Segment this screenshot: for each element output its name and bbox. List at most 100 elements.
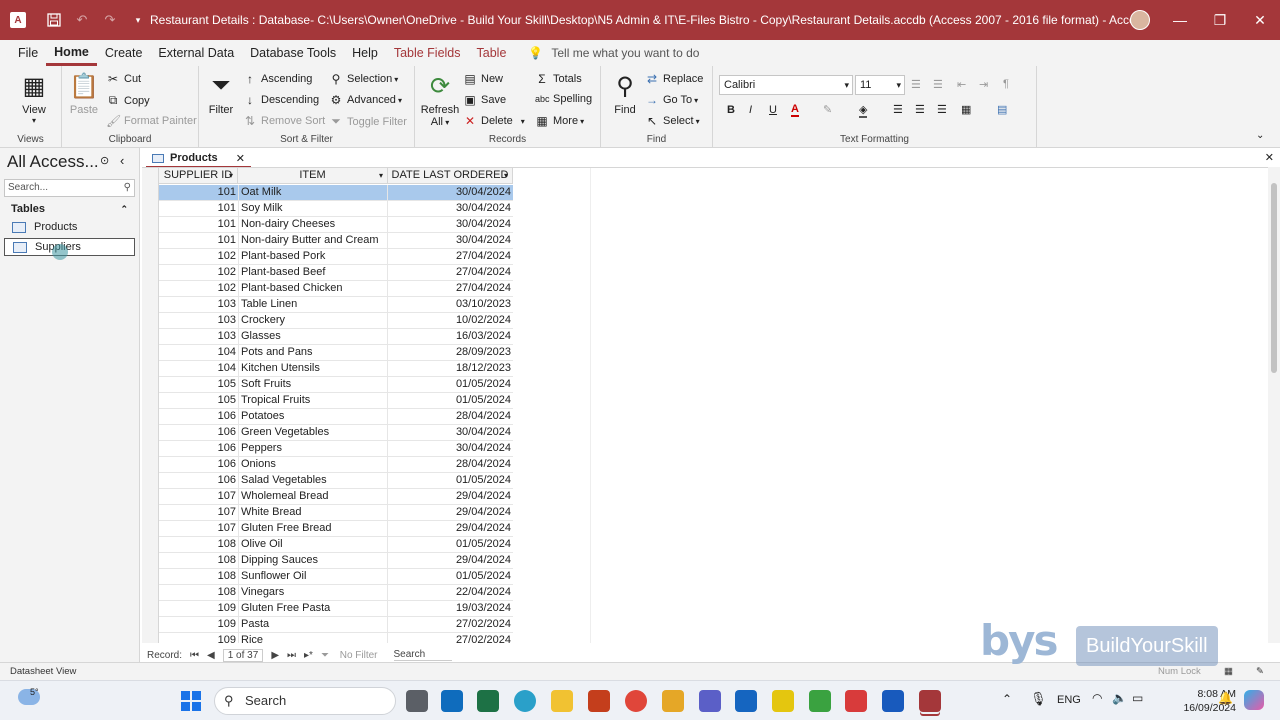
- font-color-icon[interactable]: A: [791, 103, 799, 117]
- table-row[interactable]: 101 Non-dairy Butter and Cream 30/04/2024: [159, 233, 513, 249]
- cell-supplier-id[interactable]: 102: [159, 265, 238, 280]
- tab-external-data[interactable]: External Data: [150, 40, 242, 66]
- next-record-icon[interactable]: ▶: [271, 650, 279, 661]
- table-row[interactable]: 105 Tropical Fruits 01/05/2024: [159, 393, 513, 409]
- customize-qat-icon[interactable]: ▾: [126, 8, 150, 32]
- table-row[interactable]: 106 Onions 28/04/2024: [159, 457, 513, 473]
- outlook-new-icon[interactable]: [735, 690, 757, 712]
- table-row[interactable]: 106 Salad Vegetables 01/05/2024: [159, 473, 513, 489]
- edge-icon[interactable]: [514, 690, 536, 712]
- cell-supplier-id[interactable]: 106: [159, 425, 238, 440]
- chrome-icon[interactable]: [625, 690, 647, 712]
- cell-item[interactable]: Rice: [238, 633, 388, 643]
- cell-supplier-id[interactable]: 103: [159, 297, 238, 312]
- column-header-date-last-ordered[interactable]: DATE LAST ORDERED ▾: [388, 168, 513, 184]
- user-avatar[interactable]: [1130, 10, 1150, 30]
- cell-date-last-ordered[interactable]: 30/04/2024: [388, 441, 513, 456]
- word-icon[interactable]: [882, 690, 904, 712]
- cell-supplier-id[interactable]: 107: [159, 489, 238, 504]
- excel-icon[interactable]: [477, 690, 499, 712]
- cell-supplier-id[interactable]: 101: [159, 185, 238, 200]
- record-selector-column[interactable]: [142, 168, 159, 643]
- folder-icon[interactable]: [662, 690, 684, 712]
- cell-date-last-ordered[interactable]: 01/05/2024: [388, 393, 513, 408]
- cell-date-last-ordered[interactable]: 29/04/2024: [388, 521, 513, 536]
- nav-item-products[interactable]: Products: [4, 219, 135, 237]
- totals-button[interactable]: Σ Totals: [535, 72, 581, 86]
- column-header-item[interactable]: ITEM ▾: [238, 168, 388, 184]
- notification-bell-icon[interactable]: 🔔: [1218, 691, 1233, 705]
- access-icon[interactable]: [919, 690, 941, 712]
- increase-indent-icon[interactable]: ⇥: [979, 78, 988, 91]
- table-row[interactable]: 107 Wholemeal Bread 29/04/2024: [159, 489, 513, 505]
- close-document-icon[interactable]: ✕: [1265, 151, 1274, 164]
- cell-supplier-id[interactable]: 101: [159, 233, 238, 248]
- underline-button[interactable]: U: [769, 104, 777, 116]
- cell-item[interactable]: Tropical Fruits: [238, 393, 388, 409]
- copy-button[interactable]: ⧉ Copy: [106, 93, 150, 108]
- cell-date-last-ordered[interactable]: 01/05/2024: [388, 473, 513, 488]
- taskbar-search[interactable]: ⚲ Search: [214, 687, 396, 715]
- cell-date-last-ordered[interactable]: 27/02/2024: [388, 633, 513, 643]
- table-row[interactable]: 101 Soy Milk 30/04/2024: [159, 201, 513, 217]
- cell-supplier-id[interactable]: 109: [159, 601, 238, 616]
- cell-item[interactable]: Non-dairy Butter and Cream: [238, 233, 388, 249]
- table-row[interactable]: 106 Green Vegetables 30/04/2024: [159, 425, 513, 441]
- tab-table[interactable]: Table: [469, 40, 515, 66]
- font-size-combo[interactable]: 11 ▾: [855, 75, 905, 95]
- save-icon[interactable]: [42, 8, 66, 32]
- cell-item[interactable]: Peppers: [238, 441, 388, 457]
- tab-table-fields[interactable]: Table Fields: [386, 40, 469, 66]
- nav-pane-title[interactable]: All Access...: [7, 152, 99, 172]
- table-row[interactable]: 108 Olive Oil 01/05/2024: [159, 537, 513, 553]
- filter-status[interactable]: ⏷ No Filter: [321, 650, 386, 661]
- cell-date-last-ordered[interactable]: 01/05/2024: [388, 377, 513, 392]
- cell-item[interactable]: Olive Oil: [238, 537, 388, 553]
- cell-item[interactable]: Glasses: [238, 329, 388, 345]
- cell-item[interactable]: Pasta: [238, 617, 388, 633]
- cell-supplier-id[interactable]: 108: [159, 537, 238, 552]
- fill-color-icon[interactable]: ◈: [859, 103, 868, 118]
- cell-supplier-id[interactable]: 108: [159, 569, 238, 584]
- cell-supplier-id[interactable]: 106: [159, 441, 238, 456]
- nav-section-tables[interactable]: Tables ⌃: [0, 200, 140, 218]
- cell-supplier-id[interactable]: 109: [159, 633, 238, 643]
- cell-supplier-id[interactable]: 108: [159, 585, 238, 600]
- cell-date-last-ordered[interactable]: 27/04/2024: [388, 265, 513, 280]
- cell-date-last-ordered[interactable]: 18/12/2023: [388, 361, 513, 376]
- undo-icon[interactable]: ↶: [70, 8, 94, 32]
- outlook-icon[interactable]: [441, 690, 463, 712]
- cell-item[interactable]: Wholemeal Bread: [238, 489, 388, 505]
- align-center-icon[interactable]: ☰: [915, 103, 925, 116]
- nav-search-input[interactable]: Search... ⚲: [4, 179, 135, 197]
- table-row[interactable]: 101 Oat Milk 30/04/2024: [159, 185, 513, 201]
- close-icon[interactable]: ✕: [1240, 0, 1280, 40]
- cell-item[interactable]: Salad Vegetables: [238, 473, 388, 489]
- format-painter-button[interactable]: 🖌 Format Painter: [106, 114, 197, 128]
- table-row[interactable]: 103 Glasses 16/03/2024: [159, 329, 513, 345]
- redo-icon[interactable]: ↷: [98, 8, 122, 32]
- cell-date-last-ordered[interactable]: 16/03/2024: [388, 329, 513, 344]
- cell-item[interactable]: Pots and Pans: [238, 345, 388, 361]
- last-record-icon[interactable]: ⏭: [287, 650, 296, 661]
- more-button[interactable]: ▦ More ▾: [535, 114, 584, 128]
- table-row[interactable]: 107 Gluten Free Bread 29/04/2024: [159, 521, 513, 537]
- recorder-icon[interactable]: [845, 690, 867, 712]
- cut-button[interactable]: ✂ Cut: [106, 72, 141, 86]
- cell-item[interactable]: Gluten Free Pasta: [238, 601, 388, 617]
- cell-supplier-id[interactable]: 105: [159, 393, 238, 408]
- align-left-icon[interactable]: ☰: [893, 103, 903, 116]
- cell-item[interactable]: Kitchen Utensils: [238, 361, 388, 377]
- cell-item[interactable]: Green Vegetables: [238, 425, 388, 441]
- cell-date-last-ordered[interactable]: 27/04/2024: [388, 249, 513, 264]
- cell-date-last-ordered[interactable]: 30/04/2024: [388, 233, 513, 248]
- paste-button[interactable]: 📋 Paste: [66, 70, 102, 117]
- new-record-nav-icon[interactable]: ▸*: [304, 650, 313, 661]
- table-row[interactable]: 103 Table Linen 03/10/2023: [159, 297, 513, 313]
- advanced-button[interactable]: ⚙ Advanced ▾: [329, 93, 402, 107]
- spelling-button[interactable]: abc Spelling: [535, 93, 592, 105]
- table-row[interactable]: 103 Crockery 10/02/2024: [159, 313, 513, 329]
- ascending-button[interactable]: ↑ Ascending: [243, 72, 312, 86]
- collapse-nav-icon[interactable]: ‹: [120, 153, 124, 168]
- cell-date-last-ordered[interactable]: 30/04/2024: [388, 425, 513, 440]
